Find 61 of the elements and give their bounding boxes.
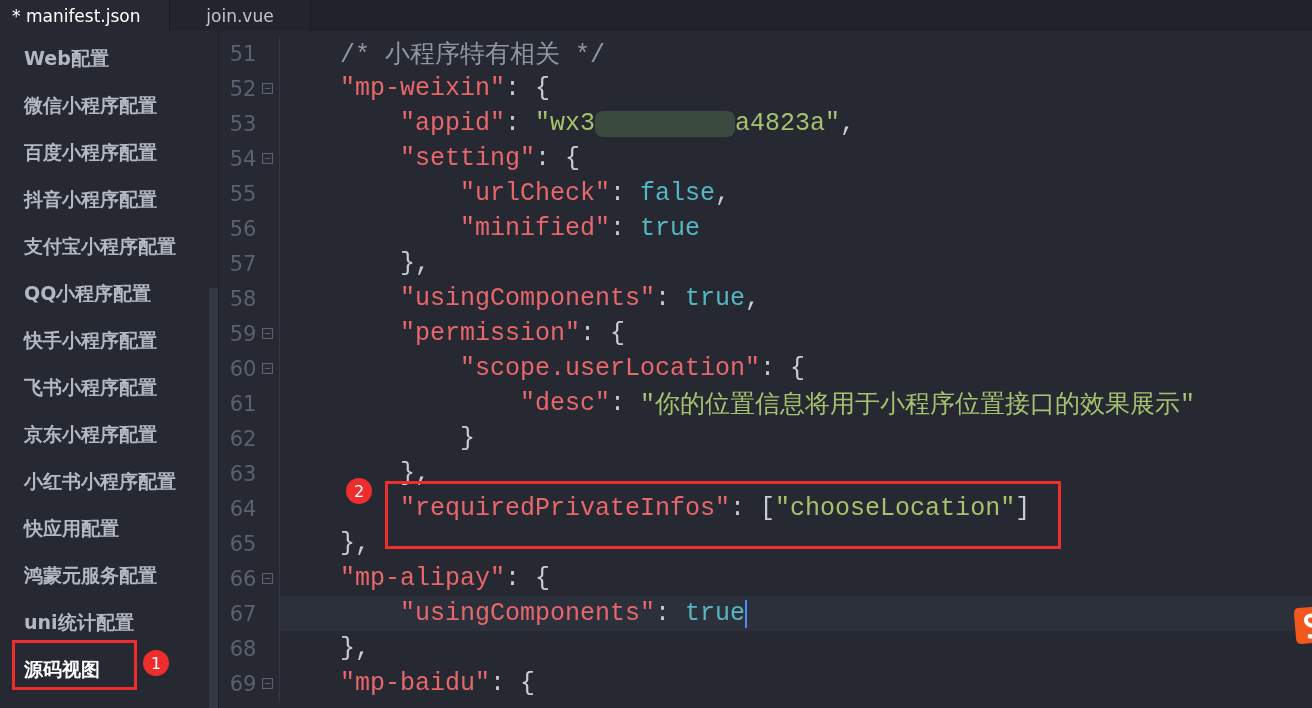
sidebar-item[interactable]: 小红书小程序配置 bbox=[0, 458, 176, 505]
code-line: }, bbox=[339, 634, 370, 663]
line-number: 67 bbox=[228, 601, 257, 626]
code-line: "mp-weixin": { bbox=[339, 74, 551, 103]
sidebar-item[interactable]: 鸿蒙元服务配置 bbox=[0, 552, 157, 599]
code-line: "desc": "你的位置信息将用于小程序位置接口的效果展示" bbox=[519, 388, 1196, 420]
scrollbar-thumb[interactable] bbox=[209, 288, 218, 708]
code-line: "permission": { bbox=[399, 319, 626, 348]
line-number: 63 bbox=[228, 461, 257, 486]
code-line: "urlCheck": false, bbox=[459, 179, 731, 208]
fold-icon[interactable] bbox=[262, 363, 274, 374]
line-number: 54 bbox=[228, 146, 257, 171]
line-number: 64 bbox=[228, 496, 257, 521]
code-line: "minified": true bbox=[459, 214, 701, 243]
sidebar-item[interactable]: 京东小程序配置 bbox=[0, 411, 157, 458]
sidebar-item[interactable]: 百度小程序配置 bbox=[0, 129, 157, 176]
code-line: "mp-alipay": { bbox=[339, 564, 551, 593]
line-number: 57 bbox=[228, 251, 257, 276]
step-badge: 1 bbox=[143, 650, 169, 676]
code-line: "mp-baidu": { bbox=[339, 669, 536, 698]
line-number: 61 bbox=[228, 391, 257, 416]
line-number: 69 bbox=[228, 671, 257, 696]
fold-icon[interactable] bbox=[262, 573, 274, 584]
sidebar-item[interactable]: 支付宝小程序配置 bbox=[0, 223, 176, 270]
line-number: 68 bbox=[228, 636, 257, 661]
code-line: }, bbox=[339, 529, 370, 558]
sidebar-item[interactable]: 快应用配置 bbox=[0, 505, 119, 552]
fold-icon[interactable] bbox=[262, 678, 274, 689]
line-number: 53 bbox=[228, 111, 257, 136]
fold-icon[interactable] bbox=[262, 328, 274, 339]
fold-icon[interactable] bbox=[262, 83, 274, 94]
code-line: /* 小程序特有相关 */ bbox=[339, 40, 606, 70]
line-number: 60 bbox=[228, 356, 257, 381]
line-number: 52 bbox=[228, 76, 257, 101]
sidebar-item[interactable]: Web配置 bbox=[0, 35, 109, 82]
step-badge: 2 bbox=[346, 478, 372, 504]
line-number: 66 bbox=[228, 566, 257, 591]
code-line: }, bbox=[399, 249, 431, 278]
code-line: "usingComponents": true, bbox=[399, 284, 761, 313]
code-line: "requiredPrivateInfos": ["chooseLocation"] bbox=[399, 494, 1031, 523]
code-line: } bbox=[459, 424, 476, 453]
line-number: 62 bbox=[228, 426, 257, 451]
line-number: 58 bbox=[228, 286, 257, 311]
line-number: 51 bbox=[228, 41, 257, 66]
fold-icon[interactable] bbox=[262, 153, 274, 164]
line-number: 56 bbox=[228, 216, 257, 241]
code-line: "scope.userLocation": { bbox=[459, 354, 806, 383]
line-number: 65 bbox=[228, 531, 257, 556]
sidebar-item[interactable]: 微信小程序配置 bbox=[0, 82, 157, 129]
sidebar-item[interactable]: 飞书小程序配置 bbox=[0, 364, 157, 411]
code-line: "appid": "wx3 a4823a", bbox=[399, 109, 856, 138]
sidebar-item[interactable]: 源码视图 bbox=[0, 646, 100, 693]
sidebar-item[interactable]: QQ小程序配置 bbox=[0, 270, 152, 317]
file-tab[interactable]: * manifest.json bbox=[0, 0, 170, 31]
line-number: 55 bbox=[228, 181, 257, 206]
sidebar-item[interactable]: uni统计配置 bbox=[0, 599, 134, 646]
code-line: "usingComponents": true bbox=[399, 599, 748, 628]
code-line: "setting": { bbox=[399, 144, 581, 173]
sidebar-item[interactable]: 抖音小程序配置 bbox=[0, 176, 157, 223]
sidebar-item[interactable]: 快手小程序配置 bbox=[0, 317, 157, 364]
line-number: 59 bbox=[228, 321, 257, 346]
